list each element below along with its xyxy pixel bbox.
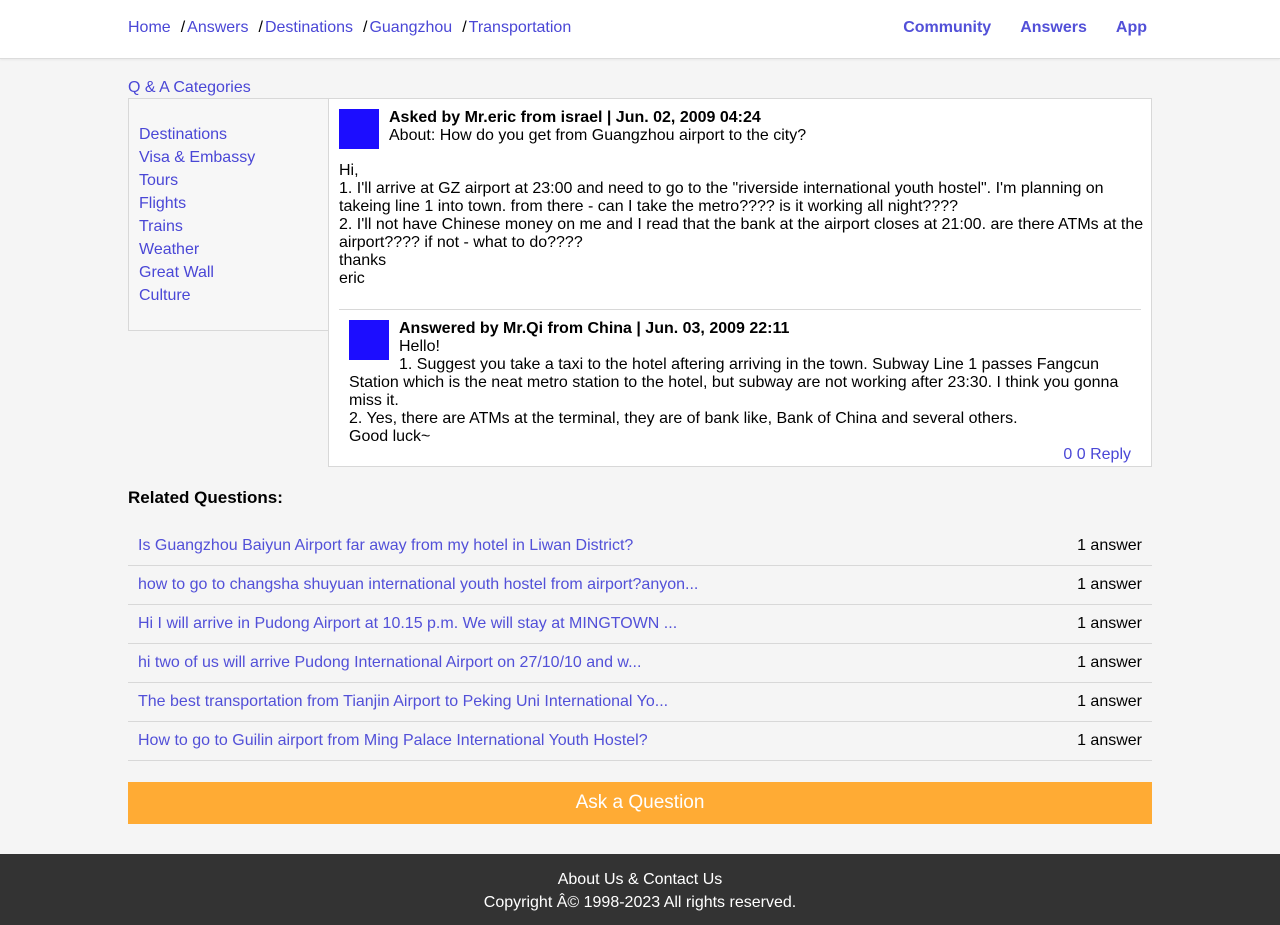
question-panel: Asked by Mr.eric from israel | Jun. 02, … [328, 98, 1152, 467]
related-question-link[interactable]: hi two of us will arrive Pudong Internat… [138, 654, 641, 672]
categories-title[interactable]: Q & A Categories [128, 79, 251, 97]
category-destinations[interactable]: Destinations [139, 123, 329, 146]
answer-count: 1 answer [1077, 732, 1142, 749]
related-question-link[interactable]: how to go to changsha shuyuan internatio… [138, 576, 698, 594]
footer: About Us & Contact Us Copyright Â© 1998-… [0, 854, 1280, 925]
related-row: Is Guangzhou Baiyun Airport far away fro… [128, 527, 1152, 566]
answer-line: Hello! [399, 338, 440, 355]
category-flights[interactable]: Flights [139, 192, 329, 215]
breadcrumb-home[interactable]: Home [128, 19, 171, 37]
answer-count: 1 answer [1077, 654, 1142, 671]
categories-list: Destinations Visa & Embassy Tours Flight… [128, 98, 330, 331]
answer-actions[interactable]: 0 0 Reply [1063, 446, 1131, 464]
category-tours[interactable]: Tours [139, 169, 329, 192]
breadcrumb-guangzhou[interactable]: Guangzhou [369, 19, 452, 37]
question-line: 1. I'll arrive at GZ airport at 23:00 an… [339, 180, 1104, 215]
breadcrumb-separator: / [180, 19, 186, 36]
answer-body: Hello! 1. Suggest you take a taxi to the… [349, 338, 1139, 446]
asker-avatar [339, 109, 379, 149]
breadcrumb-separator: / [363, 19, 368, 36]
answer-line: 2. Yes, there are ATMs at the terminal, … [349, 410, 1018, 427]
related-row: how to go to changsha shuyuan internatio… [128, 566, 1152, 605]
related-row: How to go to Guilin airport from Ming Pa… [128, 722, 1152, 761]
breadcrumb-separator: / [462, 19, 467, 36]
breadcrumb-transportation[interactable]: Transportation [469, 19, 572, 37]
answer-line: Good luck~ [349, 428, 431, 445]
answer-count: 1 answer [1077, 615, 1142, 632]
breadcrumb-destinations[interactable]: Destinations [265, 19, 353, 37]
question-header: Asked by Mr.eric from israel | Jun. 02, … [389, 109, 806, 145]
related-row: The best transportation from Tianjin Air… [128, 683, 1152, 722]
category-weather[interactable]: Weather [139, 238, 329, 261]
related-title: Related Questions: [128, 488, 283, 507]
ask-question-button[interactable]: Ask a Question [128, 782, 1152, 824]
nav-answers[interactable]: Answers [1020, 19, 1087, 37]
answer-count: 1 answer [1077, 576, 1142, 593]
footer-about-contact-link[interactable]: About Us & Contact Us [558, 871, 723, 888]
question-about: About: How do you get from Guangzhou air… [389, 127, 807, 144]
question-body: Hi, 1. I'll arrive at GZ airport at 23:0… [339, 162, 1144, 288]
nav-app[interactable]: App [1116, 19, 1147, 37]
related-question-link[interactable]: Hi I will arrive in Pudong Airport at 10… [138, 615, 677, 633]
related-question-link[interactable]: The best transportation from Tianjin Air… [138, 693, 668, 711]
question-line: thanks [339, 252, 387, 269]
related-question-link[interactable]: How to go to Guilin airport from Ming Pa… [138, 732, 648, 750]
related-row: hi two of us will arrive Pudong Internat… [128, 644, 1152, 683]
category-trains[interactable]: Trains [139, 215, 329, 238]
answer-item: Answered by Mr.Qi from China | Jun. 03, … [339, 309, 1141, 467]
category-visa-embassy[interactable]: Visa & Embassy [139, 146, 329, 169]
question-line: eric [339, 270, 365, 287]
question-line: Hi, [339, 162, 359, 179]
breadcrumb-separator: / [258, 19, 263, 36]
breadcrumb: Home / Answers / Destinations / Guangzho… [128, 19, 571, 37]
top-nav: Community Answers App [874, 19, 1147, 37]
related-row: Hi I will arrive in Pudong Airport at 10… [128, 605, 1152, 644]
footer-copyright: Copyright Â© 1998-2023 All rights reserv… [483, 894, 797, 911]
related-list: Is Guangzhou Baiyun Airport far away fro… [128, 527, 1152, 761]
answer-count: 1 answer [1077, 693, 1142, 710]
question-line: 2. I'll not have Chinese money on me and… [339, 216, 1144, 251]
answer-count: 1 answer [1077, 537, 1142, 554]
category-great-wall[interactable]: Great Wall [139, 261, 329, 284]
nav-community[interactable]: Community [903, 19, 991, 37]
answer-line: 1. Suggest you take a taxi to the hotel … [349, 356, 1119, 409]
asked-by: Asked by Mr.eric from israel | Jun. 02, … [389, 109, 761, 126]
category-culture[interactable]: Culture [139, 284, 329, 307]
related-question-link[interactable]: Is Guangzhou Baiyun Airport far away fro… [138, 537, 633, 555]
breadcrumb-answers[interactable]: Answers [187, 19, 248, 37]
top-bar: Home / Answers / Destinations / Guangzho… [0, 0, 1280, 59]
answered-by: Answered by Mr.Qi from China | Jun. 03, … [399, 320, 790, 337]
